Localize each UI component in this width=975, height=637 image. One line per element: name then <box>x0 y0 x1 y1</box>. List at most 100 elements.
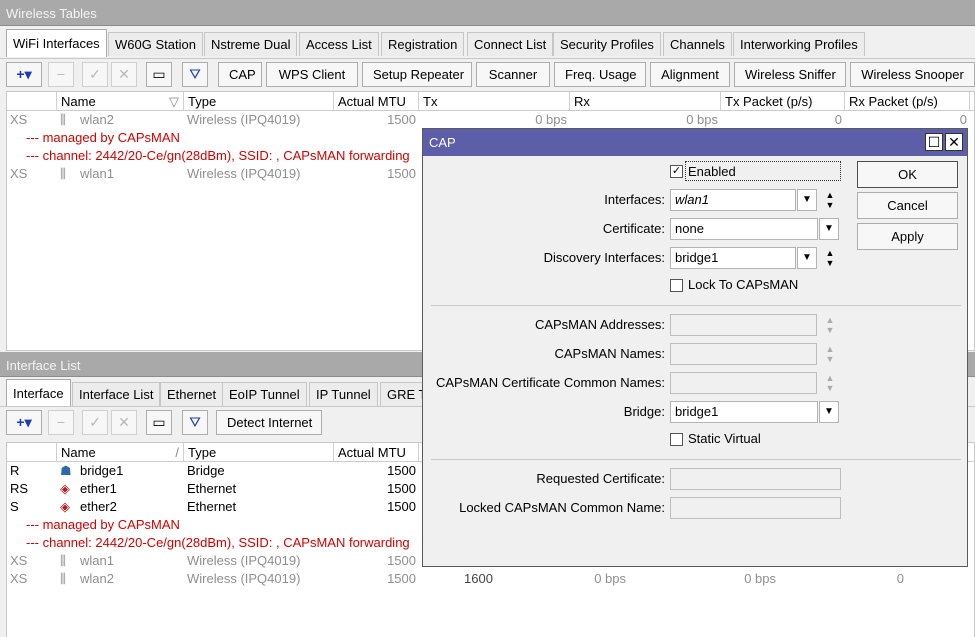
scanner-button[interactable]: Scanner <box>476 62 550 87</box>
addresses-updown-icon[interactable]: ▲ ▼ <box>823 315 837 337</box>
row-tx: 0 bps <box>535 112 567 127</box>
wireless-interface-icon: ⫼ <box>60 571 66 586</box>
row-type: Ethernet <box>187 481 237 496</box>
row-type: Ethernet <box>187 499 237 514</box>
apply-button[interactable]: Apply <box>857 223 958 250</box>
row-flags: S <box>10 499 19 514</box>
requested-certificate-label: Requested Certificate: <box>536 471 665 486</box>
wps-client-button[interactable]: WPS Client <box>266 62 358 87</box>
maximize-icon[interactable]: ☐ <box>925 133 943 151</box>
row-flags: XS <box>10 166 28 181</box>
capsman-addresses-field[interactable] <box>670 314 817 336</box>
table-header: Name ▽ Type Actual MTU Tx Rx Tx Packet (p… <box>7 92 975 111</box>
row-mtu: 1500 <box>387 499 416 514</box>
tab-interface-list[interactable]: Interface List <box>72 382 161 406</box>
column-type[interactable]: Type <box>184 443 334 462</box>
wireless-snooper-button[interactable]: Wireless Snooper <box>850 62 975 87</box>
tab-eoip-tunnel[interactable]: EoIP Tunnel <box>222 382 307 406</box>
interfaces-updown-icon[interactable]: ▲ ▼ <box>823 190 837 212</box>
column-actual-mtu[interactable]: Actual MTU <box>334 443 419 462</box>
certificate-field[interactable]: none <box>670 218 818 240</box>
setup-repeater-button[interactable]: Setup Repeater <box>362 62 472 87</box>
detect-internet-button[interactable]: Detect Internet <box>216 410 322 435</box>
row-mtu: 1500 <box>387 481 416 496</box>
certificate-dropdown-icon[interactable]: ▼ <box>819 218 839 240</box>
discovery-interfaces-label: Discovery Interfaces: <box>543 250 665 265</box>
wireless-sniffer-button[interactable]: Wireless Sniffer <box>734 62 846 87</box>
filter-icon[interactable]: ⛛ <box>182 62 208 87</box>
column-name[interactable]: Name / <box>57 443 184 462</box>
interfaces-dropdown-icon[interactable]: ▼ <box>797 189 817 211</box>
enabled-checkbox[interactable]: ✓ <box>670 165 683 178</box>
cert-names-updown-icon[interactable]: ▲ ▼ <box>823 373 837 395</box>
column-tx[interactable]: Tx <box>419 92 570 111</box>
tab-nstreme-dual[interactable]: Nstreme Dual <box>204 32 298 56</box>
filter-icon[interactable]: ⛛ <box>182 410 208 435</box>
column-flags[interactable] <box>7 443 57 462</box>
row-type: Wireless (IPQ4019) <box>187 112 301 127</box>
row-mtu: 1500 <box>387 463 416 478</box>
row-l2mtu: 1600 <box>464 571 493 586</box>
tab-wifi-interfaces[interactable]: WiFi Interfaces <box>6 29 107 57</box>
column-name[interactable]: Name ▽ <box>57 92 184 111</box>
ethernet-icon: ◈ <box>60 481 70 496</box>
lock-to-capsman-checkbox[interactable] <box>670 279 683 292</box>
bridge-icon: ☗ <box>60 463 72 478</box>
tab-interworking-profiles[interactable]: Interworking Profiles <box>733 32 865 56</box>
column-rx[interactable]: Rx <box>570 92 721 111</box>
table-row[interactable]: XS ⫼ wlan2 Wireless (IPQ4019) 1500 1600 … <box>7 570 974 588</box>
locked-capsman-name-label: Locked CAPsMAN Common Name: <box>459 500 665 515</box>
cap-button[interactable]: CAP <box>218 62 262 87</box>
disable-icon[interactable]: ✕ <box>111 410 137 435</box>
tab-interface[interactable]: Interface <box>6 379 71 406</box>
remove-icon[interactable]: − <box>48 410 74 435</box>
comment-icon[interactable]: ▭ <box>146 410 172 435</box>
bridge-dropdown-icon[interactable]: ▼ <box>819 401 839 423</box>
cancel-button[interactable]: Cancel <box>857 192 958 219</box>
tab-ip-tunnel[interactable]: IP Tunnel <box>309 382 378 406</box>
wireless-interface-icon: ⫼ <box>60 553 66 568</box>
tab-access-list[interactable]: Access List <box>299 32 379 56</box>
comment-icon[interactable]: ▭ <box>146 62 172 87</box>
capsman-names-field[interactable] <box>670 343 817 365</box>
column-flags[interactable] <box>7 92 57 111</box>
tab-channels[interactable]: Channels <box>663 32 732 56</box>
remove-icon[interactable]: − <box>48 62 74 87</box>
discovery-dropdown-icon[interactable]: ▼ <box>797 247 817 269</box>
row-flags: XS <box>10 553 28 568</box>
column-rx-packet[interactable]: Rx Packet (p/s) <box>845 92 970 111</box>
column-r[interactable]: R <box>970 92 975 111</box>
table-row[interactable]: XS ⫼ wlan2 Wireless (IPQ4019) 1500 0 bps… <box>7 111 974 129</box>
row-name: wlan2 <box>80 571 114 586</box>
interfaces-field[interactable]: wlan1 <box>670 189 796 211</box>
enable-icon[interactable]: ✓ <box>82 62 108 87</box>
column-tx-packet[interactable]: Tx Packet (p/s) <box>721 92 845 111</box>
discovery-updown-icon[interactable]: ▲ ▼ <box>823 248 837 270</box>
column-actual-mtu[interactable]: Actual MTU <box>334 92 419 111</box>
static-virtual-checkbox[interactable] <box>670 433 683 446</box>
discovery-interfaces-field[interactable]: bridge1 <box>670 247 796 269</box>
enable-icon[interactable]: ✓ <box>82 410 108 435</box>
enabled-label[interactable]: Enabled <box>685 161 841 181</box>
capsman-names-label: CAPsMAN Names: <box>554 346 665 361</box>
tab-ethernet[interactable]: Ethernet <box>160 382 224 406</box>
column-type[interactable]: Type <box>184 92 334 111</box>
row-type: Wireless (IPQ4019) <box>187 571 301 586</box>
add-icon[interactable]: +▾ <box>6 62 42 87</box>
tab-connect-list[interactable]: Connect List <box>467 32 554 56</box>
cap-dialog: CAP ☐ ✕ ✓ Enabled Interfaces: wlan1 ▼ ▲ ▼… <box>422 128 968 567</box>
freq-usage-button[interactable]: Freq. Usage <box>554 62 646 87</box>
capsman-cert-names-field[interactable] <box>670 372 817 394</box>
tab-registration[interactable]: Registration <box>381 32 465 56</box>
add-icon[interactable]: +▾ <box>6 410 42 435</box>
ethernet-icon: ◈ <box>60 499 70 514</box>
tab-w60g-station[interactable]: W60G Station <box>108 32 203 56</box>
tab-security-profiles[interactable]: Security Profiles <box>553 32 661 56</box>
alignment-button[interactable]: Alignment <box>650 62 730 87</box>
ok-button[interactable]: OK <box>857 161 958 188</box>
close-icon[interactable]: ✕ <box>945 133 963 151</box>
names-updown-icon[interactable]: ▲ ▼ <box>823 344 837 366</box>
disable-icon[interactable]: ✕ <box>111 62 137 87</box>
row-name: ether2 <box>80 499 117 514</box>
bridge-field[interactable]: bridge1 <box>670 401 818 423</box>
